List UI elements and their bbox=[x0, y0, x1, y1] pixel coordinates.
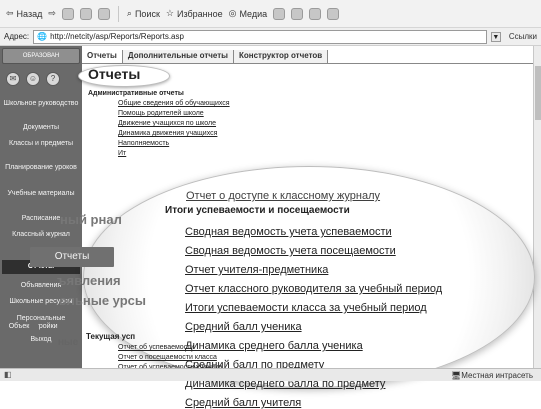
current-reports-title: Текущая усп bbox=[86, 332, 136, 341]
address-input[interactable]: 🌐 http://netcity/asp/Reports/Reports.asp bbox=[33, 29, 487, 44]
refresh-icon bbox=[79, 7, 92, 20]
address-dropdown-icon[interactable]: ▼ bbox=[490, 31, 501, 42]
forward-arrow-icon: ⇨ bbox=[48, 8, 56, 18]
links-label[interactable]: Ссылки bbox=[505, 32, 537, 41]
sidebar-item-lesson-planning[interactable]: Планирование уроков bbox=[2, 164, 80, 172]
report-link[interactable]: Динамика среднего балла ученика bbox=[185, 340, 363, 352]
status-bar: ◧ 🖥 Местная интрасеть bbox=[0, 368, 541, 381]
refresh-button[interactable] bbox=[79, 7, 92, 20]
zoomed-announcements-text: ъявления bbox=[57, 273, 121, 288]
admin-report-link[interactable]: Общие сведения об обучающихся bbox=[118, 100, 230, 107]
report-link[interactable]: Сводная ведомость учета успеваемости bbox=[185, 226, 392, 238]
tab-reports[interactable]: Отчеты bbox=[82, 50, 123, 63]
zoomed-school-resources-text: ольные урсы bbox=[59, 293, 146, 308]
stop-icon bbox=[61, 7, 74, 20]
help-round-icon[interactable]: ? bbox=[46, 72, 60, 86]
search-icon: ⌕ bbox=[126, 8, 132, 18]
mail-round-icon[interactable]: ✉ bbox=[6, 72, 20, 86]
home-icon bbox=[97, 7, 110, 20]
print-button[interactable] bbox=[309, 7, 322, 20]
report-link[interactable]: Средний балл учителя bbox=[185, 397, 301, 409]
quick-icons: ✉ ☺ ? bbox=[6, 72, 60, 86]
admin-report-link[interactable]: Движение учащихся по школе bbox=[118, 120, 216, 127]
back-arrow-icon: ⇦ bbox=[6, 8, 14, 18]
browser-toolbar: ⇦ Назад ⇨ ⌕ Поиск ☆ Избранное ◎ Медиа bbox=[0, 0, 541, 28]
favorites-icon: ☆ bbox=[165, 8, 174, 18]
edit-icon bbox=[327, 7, 340, 20]
sidebar-item-learning-materials[interactable]: Учебные материалы bbox=[2, 190, 80, 198]
mail-icon bbox=[291, 7, 304, 20]
page-scrollbar[interactable] bbox=[533, 46, 541, 368]
report-link[interactable]: Отчет классного руководителя за учебный … bbox=[185, 283, 442, 295]
media-button[interactable]: ◎ Медиа bbox=[229, 8, 268, 19]
current-report-link[interactable]: Отчет об успеваемости bbox=[118, 344, 194, 351]
sidebar-item-school-management[interactable]: Школьное руководство bbox=[2, 100, 80, 108]
toolbar-separator bbox=[117, 5, 119, 22]
current-report-link[interactable]: Отчет о посещаемости класса bbox=[118, 354, 217, 361]
zone-icon: 🖥 bbox=[451, 370, 462, 380]
zoomed-class-journal-text: ный рнал bbox=[60, 212, 122, 227]
report-link[interactable]: Средний балл ученика bbox=[185, 321, 302, 333]
report-link[interactable]: Отчет учителя-предметника bbox=[185, 264, 328, 276]
zoomed-reports-menu[interactable]: Отчеты bbox=[30, 247, 114, 267]
status-zone: Местная интрасеть bbox=[461, 370, 533, 380]
performance-section-title: Итоги успеваемости и посещаемости bbox=[165, 205, 350, 216]
report-tabs: Отчеты Дополнительные отчеты Конструктор… bbox=[82, 50, 534, 64]
zoomed-settings-text: ные bbox=[58, 337, 79, 348]
school-logo: ОБРАЗОВАН bbox=[2, 48, 80, 64]
address-label: Адрес: bbox=[4, 32, 30, 41]
home-button[interactable] bbox=[97, 7, 110, 20]
sidebar: ОБРАЗОВАН ✉ ☺ ? Школьное руководство Док… bbox=[0, 46, 82, 368]
admin-report-link[interactable]: Помощь родителей школе bbox=[118, 110, 204, 117]
search-button[interactable]: ⌕ Поиск bbox=[127, 8, 160, 19]
media-icon: ◎ bbox=[228, 8, 237, 18]
report-link[interactable]: Итоги успеваемости класса за учебный пер… bbox=[185, 302, 427, 314]
admin-reports-title: Административные отчеты bbox=[88, 90, 184, 97]
status-page-icon: ◧ bbox=[4, 370, 12, 379]
edit-button[interactable] bbox=[327, 7, 340, 20]
history-button[interactable] bbox=[273, 7, 286, 20]
admin-report-link[interactable]: Наполняемость bbox=[118, 140, 169, 147]
sidebar-item-documents[interactable]: Документы bbox=[2, 124, 80, 132]
history-icon bbox=[273, 7, 286, 20]
print-icon bbox=[309, 7, 322, 20]
address-bar: Адрес: 🌐 http://netcity/asp/Reports/Repo… bbox=[0, 28, 541, 46]
forward-button[interactable]: ⇨ bbox=[48, 8, 56, 19]
page-icon: 🌐 bbox=[37, 32, 48, 41]
favorites-button[interactable]: ☆ Избранное bbox=[166, 8, 223, 19]
address-url: http://netcity/asp/Reports/Reports.asp bbox=[50, 32, 184, 41]
admin-report-link[interactable]: Ит bbox=[118, 150, 126, 157]
admin-report-link[interactable]: Динамика движения учащихся bbox=[118, 130, 217, 137]
report-link[interactable]: Сводная ведомость учета посещаемости bbox=[185, 245, 396, 257]
objects-label: Объек bbox=[0, 323, 38, 332]
web-page: ОБРАЗОВАН ✉ ☺ ? Школьное руководство Док… bbox=[0, 46, 541, 409]
sidebar-item-classes[interactable]: Классы и предметы bbox=[2, 140, 80, 148]
users-round-icon[interactable]: ☺ bbox=[26, 72, 40, 86]
tab-additional-reports[interactable]: Дополнительные отчеты bbox=[122, 50, 234, 63]
page-title: Отчеты bbox=[88, 66, 141, 82]
scroll-thumb[interactable] bbox=[535, 66, 541, 120]
stop-button[interactable] bbox=[61, 7, 74, 20]
sidebar-item-class-journal[interactable]: Классный журнал bbox=[2, 231, 80, 239]
mail-button[interactable] bbox=[291, 7, 304, 20]
back-button[interactable]: ⇦ Назад bbox=[6, 8, 42, 19]
access-report-link[interactable]: Отчет о доступе к классному журналу bbox=[186, 190, 380, 202]
tab-report-builder[interactable]: Конструктор отчетов bbox=[233, 50, 329, 63]
